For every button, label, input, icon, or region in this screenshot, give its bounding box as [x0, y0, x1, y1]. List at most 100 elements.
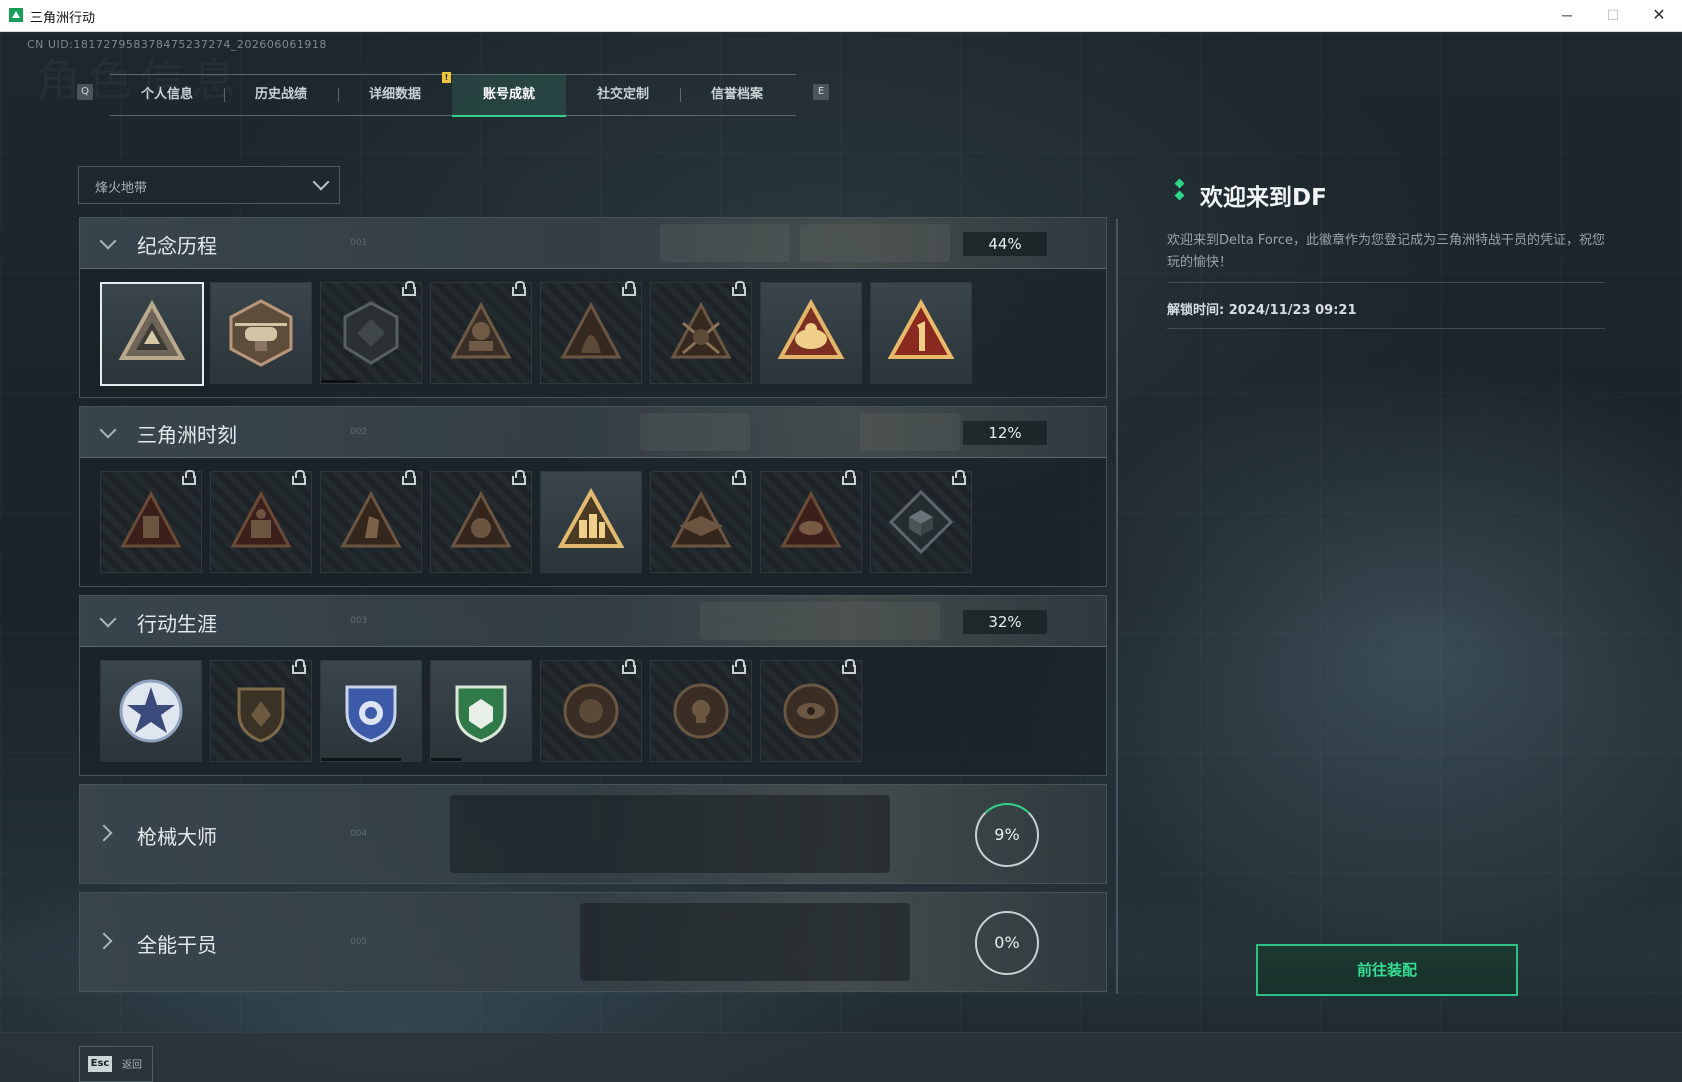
section-header[interactable]: 三角洲时刻 002 12% [80, 407, 1106, 458]
badge-skull[interactable] [650, 659, 752, 762]
badge-eye[interactable] [760, 659, 862, 762]
section-title: 三角洲时刻 [137, 423, 237, 447]
lock-icon [292, 470, 306, 485]
header-artwork [660, 224, 790, 262]
divider [1167, 328, 1605, 329]
crate-triangle-icon [230, 490, 292, 548]
minimize-button[interactable]: ─ [1544, 0, 1590, 31]
back-label: 返回 [122, 1060, 142, 1071]
badge-hooded[interactable] [540, 281, 642, 384]
lock-icon [512, 470, 526, 485]
section-progress: 44% [963, 232, 1047, 256]
badge-medic[interactable] [430, 470, 532, 573]
tab-history[interactable]: 历史战绩 [224, 75, 338, 115]
section-header[interactable]: 全能干员 005 0% [80, 893, 1106, 991]
eye-medal-icon [783, 683, 839, 739]
badge-welcome[interactable] [100, 282, 204, 386]
tab-bar: 个人信息 历史战绩 详细数据 账号成就 社交定制 信誉档案 [110, 74, 796, 117]
back-button[interactable]: Esc 返回 [79, 1046, 153, 1082]
badge-soldier[interactable] [430, 281, 532, 384]
esc-key: Esc [88, 1056, 112, 1072]
badge-bronze[interactable] [210, 659, 312, 762]
tab-details[interactable]: 详细数据 [338, 75, 452, 115]
medic-triangle-icon [450, 490, 512, 548]
badge-star[interactable] [100, 660, 202, 762]
section-header[interactable]: 行动生涯 003 32% [80, 596, 1106, 647]
game-screen: 角色信息 CN UID:181727958378475237274_202606… [0, 32, 1682, 1082]
soldier-emblem-icon [450, 301, 512, 359]
green-shield-icon [455, 685, 507, 743]
round-medal-icon [563, 683, 619, 739]
badge-cube[interactable] [870, 470, 972, 573]
lock-icon [732, 470, 746, 485]
badge-first[interactable] [870, 282, 972, 384]
badge-progress-bar [321, 758, 401, 761]
tab-achievements[interactable]: 账号成就 [452, 75, 566, 117]
header-artwork [580, 903, 910, 981]
badge-blue[interactable] [320, 660, 422, 762]
section-number: 004 [350, 829, 368, 839]
blue-shield-icon [345, 685, 397, 743]
chevron-down-icon [99, 421, 117, 439]
lock-icon [842, 470, 856, 485]
close-button[interactable]: ✕ [1636, 0, 1682, 31]
badge-squad[interactable] [540, 471, 642, 573]
badge-kneel[interactable] [320, 470, 422, 573]
equip-button[interactable]: 前往装配 [1256, 944, 1518, 996]
badge-backpack[interactable] [100, 470, 202, 573]
skull-medal-icon [673, 683, 729, 739]
achievement-description: 欢迎来到Delta Force，此徽章作为您登记成为三角洲特战干员的凭证，祝您玩… [1167, 233, 1605, 270]
badge-winged[interactable] [650, 470, 752, 573]
gold-triangle-icon [777, 298, 845, 359]
section-memorial: 纪念历程 001 44% [79, 217, 1107, 398]
section-number: 001 [350, 238, 368, 248]
header-artwork [640, 413, 750, 451]
badge-progress-bar [431, 758, 461, 761]
tab-next-key[interactable]: E [813, 84, 829, 100]
section-progress-ring: 9% [975, 803, 1039, 867]
lock-icon [402, 281, 416, 296]
mode-dropdown[interactable]: 烽火地带 [78, 166, 340, 204]
cube-diamond-icon [888, 489, 954, 555]
badge-crate[interactable] [210, 470, 312, 573]
badge-round[interactable] [540, 659, 642, 762]
section-number: 005 [350, 937, 368, 947]
lock-icon [622, 659, 636, 674]
section-title: 枪械大师 [137, 825, 217, 849]
bronze-shield-icon [237, 687, 285, 743]
tab-reputation[interactable]: 信誉档案 [680, 75, 794, 115]
dropdown-value: 烽火地带 [95, 181, 148, 196]
tab-social[interactable]: 社交定制 [566, 75, 680, 115]
header-artwork [860, 413, 960, 451]
lock-icon [292, 659, 306, 674]
badge-helicopter[interactable] [210, 282, 312, 384]
maximize-button[interactable]: ☐ [1590, 0, 1636, 31]
lock-icon [512, 281, 526, 296]
hooded-figure-icon [560, 301, 622, 359]
chevron-down-icon [99, 232, 117, 250]
section-career: 行动生涯 003 32% [79, 595, 1107, 776]
header-artwork [700, 602, 940, 640]
lock-icon [732, 281, 746, 296]
badge-gold[interactable] [760, 282, 862, 384]
badge-swords[interactable] [650, 281, 752, 384]
scrollbar[interactable] [1116, 219, 1118, 994]
achievement-title: 欢迎来到DF [1200, 185, 1327, 211]
unlock-time: 解锁时间: 2024/11/23 09:21 [1167, 303, 1357, 318]
tab-profile[interactable]: 个人信息 [110, 75, 224, 115]
triangle-emblem-icon [118, 299, 186, 360]
section-header[interactable]: 纪念历程 001 44% [80, 218, 1106, 269]
backpack-triangle-icon [120, 490, 182, 548]
lock-icon [402, 470, 416, 485]
window-titlebar: 三角洲行动 ─ ☐ ✕ [0, 0, 1682, 32]
bottom-bar [0, 1032, 1682, 1082]
helicopter-badge-icon [229, 299, 293, 367]
badge-shield[interactable] [320, 281, 422, 384]
section-header[interactable]: 枪械大师 004 9% [80, 785, 1106, 883]
badge-fish[interactable] [760, 470, 862, 573]
badge-green[interactable] [430, 660, 532, 762]
uid-text: CN UID:181727958378475237274_20260606191… [27, 38, 327, 51]
crossed-swords-icon [670, 301, 732, 359]
tab-prev-key[interactable]: Q [77, 84, 93, 100]
diamond-icon [1173, 178, 1185, 204]
